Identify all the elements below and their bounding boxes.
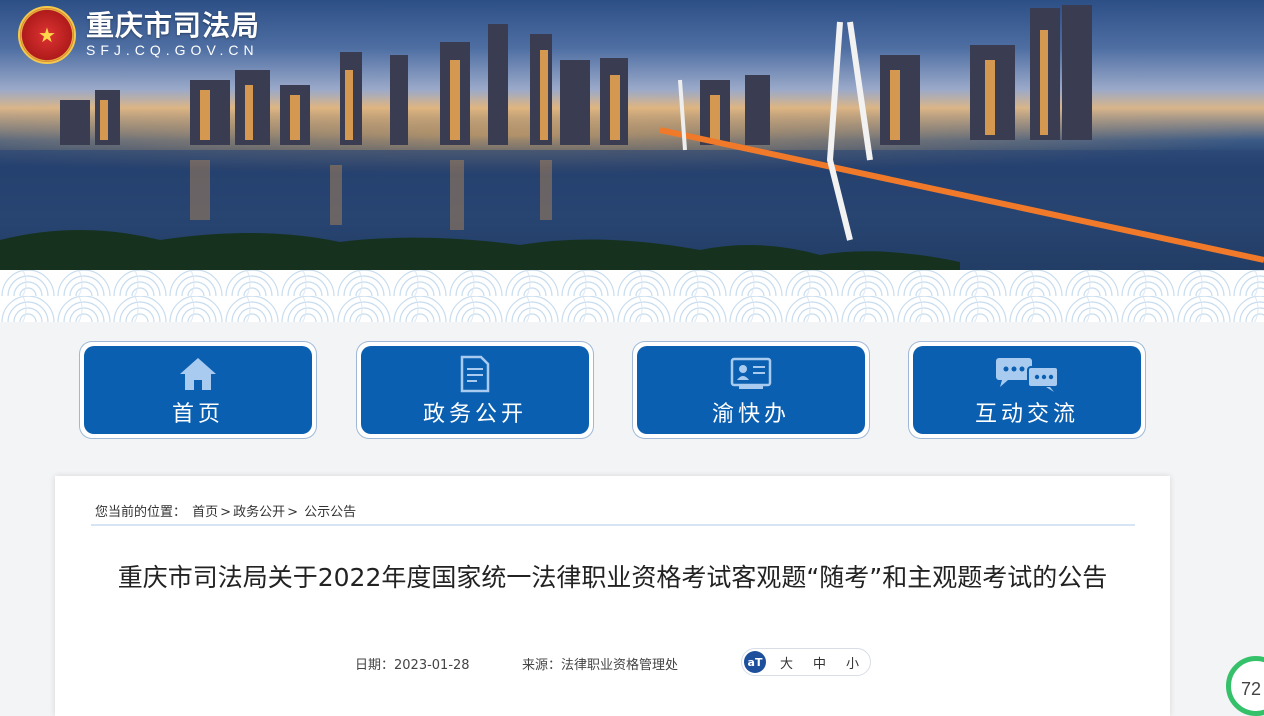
site-domain: SFJ.CQ.GOV.CN: [86, 42, 259, 58]
id-card-icon: [637, 354, 865, 394]
article-date: 日期：2023-01-28: [355, 658, 470, 673]
font-size-medium-button[interactable]: 中: [813, 653, 826, 672]
font-size-small-button[interactable]: 小: [846, 653, 859, 672]
breadcrumb-home-link[interactable]: 首页: [192, 505, 218, 520]
font-size-switcher: aT 大 中 小: [741, 648, 871, 676]
home-icon: [84, 354, 312, 394]
breadcrumb-divider: [91, 524, 1135, 526]
site-title: 重庆市司法局: [86, 9, 261, 42]
nav-home-label: 首页: [171, 402, 224, 427]
breadcrumb-separator: >: [287, 505, 298, 520]
font-size-large-button[interactable]: 大: [780, 653, 793, 672]
article-panel: 您当前的位置： 首页 > 政务公开 > 公示公告 重庆市司法局关于2022年度国家统一…: [55, 476, 1170, 716]
floating-widget-value: 72: [1241, 679, 1262, 699]
nav-interaction-label: 互动交流: [974, 402, 1079, 427]
nav-home[interactable]: 首页: [80, 342, 316, 438]
emblem-icon: ★: [18, 6, 76, 64]
chat-icon: [913, 354, 1141, 394]
site-logo[interactable]: ★ 重庆市司法局 SFJ.CQ.GOV.CN: [18, 6, 260, 64]
document-icon: [361, 354, 589, 394]
font-size-icon: aT: [744, 651, 766, 673]
nav-government-affairs[interactable]: 政务公开: [357, 342, 593, 438]
floating-widget[interactable]: 72: [1226, 656, 1264, 716]
wave-decoration: [0, 270, 1264, 322]
breadcrumb: 您当前的位置： 首页 > 政务公开 > 公示公告: [95, 501, 358, 520]
nav-yukuaiban-label: 渝快办: [711, 402, 790, 427]
breadcrumb-section-link[interactable]: 政务公开: [233, 505, 285, 520]
nav-yukuaiban[interactable]: 渝快办: [633, 342, 869, 438]
nav-interaction[interactable]: 互动交流: [909, 342, 1145, 438]
nav-government-affairs-label: 政务公开: [422, 402, 527, 427]
breadcrumb-prefix: 您当前的位置：: [95, 505, 187, 520]
article-source: 来源：法律职业资格管理处: [522, 658, 679, 673]
breadcrumb-separator: >: [220, 505, 232, 520]
article-title: 重庆市司法局关于2022年度国家统一法律职业资格考试客观题“随考”和主观题考试的…: [117, 563, 1108, 592]
breadcrumb-current-link[interactable]: 公示公告: [304, 505, 356, 520]
main-nav: 首页 政务公开 渝快办 互动交流: [0, 342, 1264, 440]
header-banner: ★ 重庆市司法局 SFJ.CQ.GOV.CN: [0, 0, 1264, 270]
